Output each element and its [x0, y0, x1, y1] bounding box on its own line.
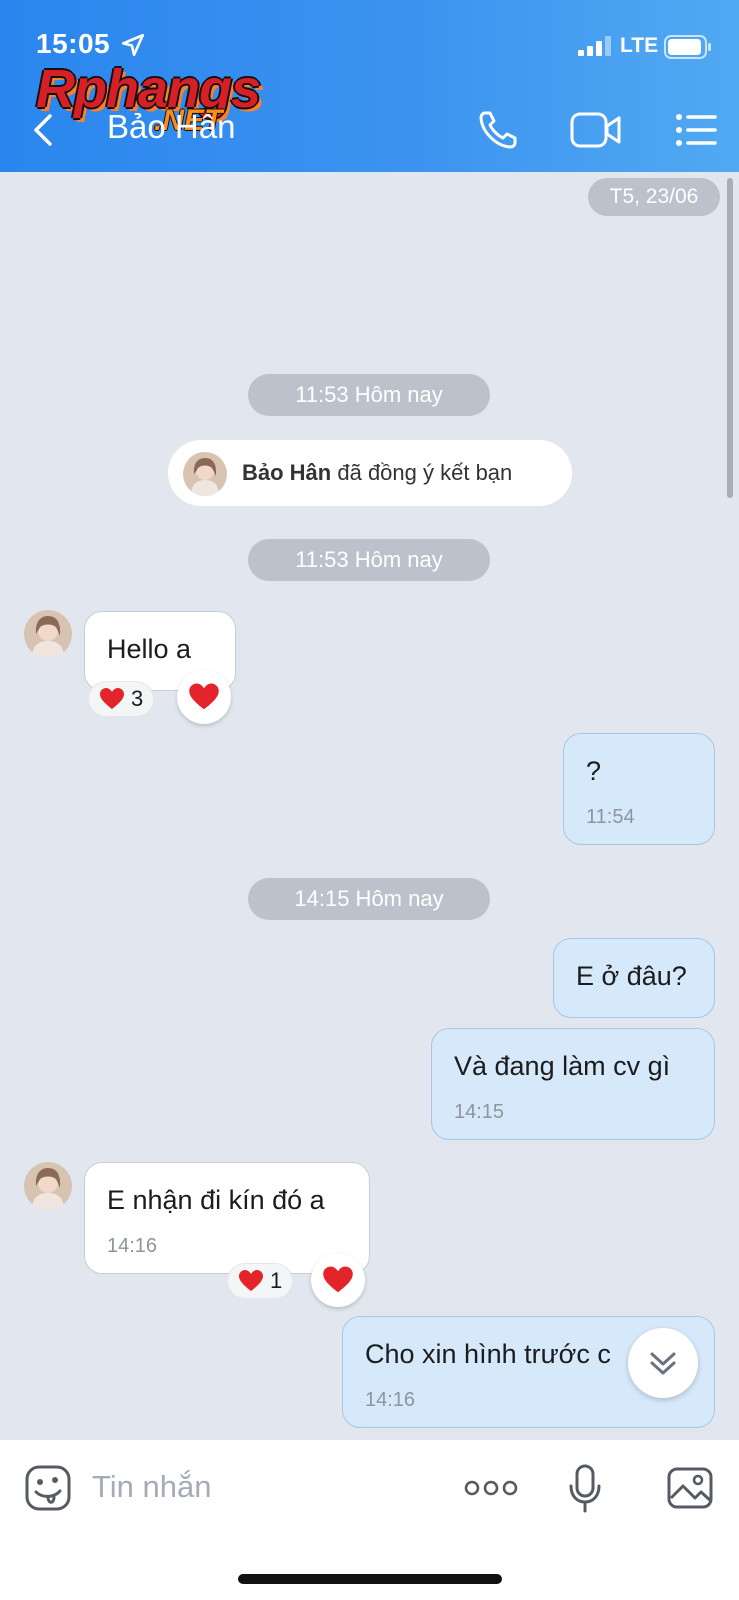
message-text: Và đang làm cv gì — [454, 1051, 671, 1081]
notice-text: Bảo Hân đã đồng ý kết bạn — [242, 460, 512, 486]
battery-icon — [664, 35, 711, 59]
message-time: 14:16 — [365, 1389, 416, 1411]
message-time: 14:15 — [454, 1101, 505, 1123]
status-time: 15:05 — [36, 28, 111, 59]
message-bubble-outgoing[interactable]: Và đang làm cv gì 14:15 — [431, 1028, 715, 1140]
react-heart-button[interactable] — [311, 1253, 365, 1307]
back-icon[interactable] — [30, 110, 58, 150]
message-input[interactable]: Tin nhắn — [92, 1462, 432, 1512]
time-separator: 11:53 Hôm nay — [248, 539, 490, 581]
message-text: Hello a — [107, 634, 192, 664]
contact-name-title[interactable]: Bảo Hân — [107, 108, 235, 146]
date-pill: T5, 23/06 — [588, 178, 720, 216]
sticker-icon[interactable] — [24, 1464, 72, 1512]
message-text: E nhận đi kín đó a — [107, 1185, 325, 1215]
friend-accepted-notice: Bảo Hân đã đồng ý kết bạn — [168, 440, 572, 506]
notice-name: Bảo Hân — [242, 460, 332, 485]
message-text: E ở đâu? — [576, 961, 687, 991]
heart-icon — [100, 688, 124, 709]
video-call-icon[interactable] — [570, 110, 622, 150]
chevron-double-down-icon — [650, 1352, 676, 1375]
message-bubble-outgoing[interactable]: E ở đâu? — [553, 938, 715, 1018]
mic-icon[interactable] — [568, 1464, 602, 1514]
location-arrow-icon — [121, 33, 145, 57]
notice-message: đã đồng ý kết bạn — [331, 460, 513, 485]
heart-icon — [239, 1270, 263, 1291]
message-text: ? — [586, 756, 602, 786]
time-separator: 14:15 Hôm nay — [248, 878, 490, 920]
home-indicator — [238, 1574, 502, 1584]
scroll-to-bottom-button[interactable] — [628, 1328, 698, 1398]
react-heart-button[interactable] — [177, 670, 231, 724]
avatar — [183, 452, 227, 496]
image-icon[interactable] — [666, 1464, 714, 1512]
avatar[interactable] — [24, 610, 72, 658]
avatar[interactable] — [24, 1162, 72, 1210]
more-icon[interactable] — [464, 1478, 518, 1498]
menu-icon[interactable] — [675, 112, 717, 148]
signal-icon — [578, 36, 611, 56]
chat-header: 15:05 LTE Rphangs .NET Bảo Hân — [0, 0, 739, 172]
message-bubble-outgoing[interactable]: ? 11:54 — [563, 733, 715, 845]
reaction-count: 3 — [131, 686, 144, 711]
phone-icon[interactable] — [476, 108, 520, 152]
chat-scrollbar[interactable] — [727, 178, 733, 498]
time-separator: 11:53 Hôm nay — [248, 374, 490, 416]
reaction-summary[interactable]: 3 — [88, 681, 155, 717]
heart-icon — [189, 683, 219, 710]
heart-icon — [323, 1266, 353, 1293]
message-time: 14:16 — [107, 1235, 158, 1257]
reaction-count: 1 — [270, 1268, 283, 1293]
message-time: 11:54 — [586, 806, 635, 828]
message-text: Cho xin hình trước c — [365, 1339, 611, 1369]
network-label: LTE — [620, 34, 659, 57]
reaction-summary[interactable]: 1 — [227, 1263, 294, 1299]
